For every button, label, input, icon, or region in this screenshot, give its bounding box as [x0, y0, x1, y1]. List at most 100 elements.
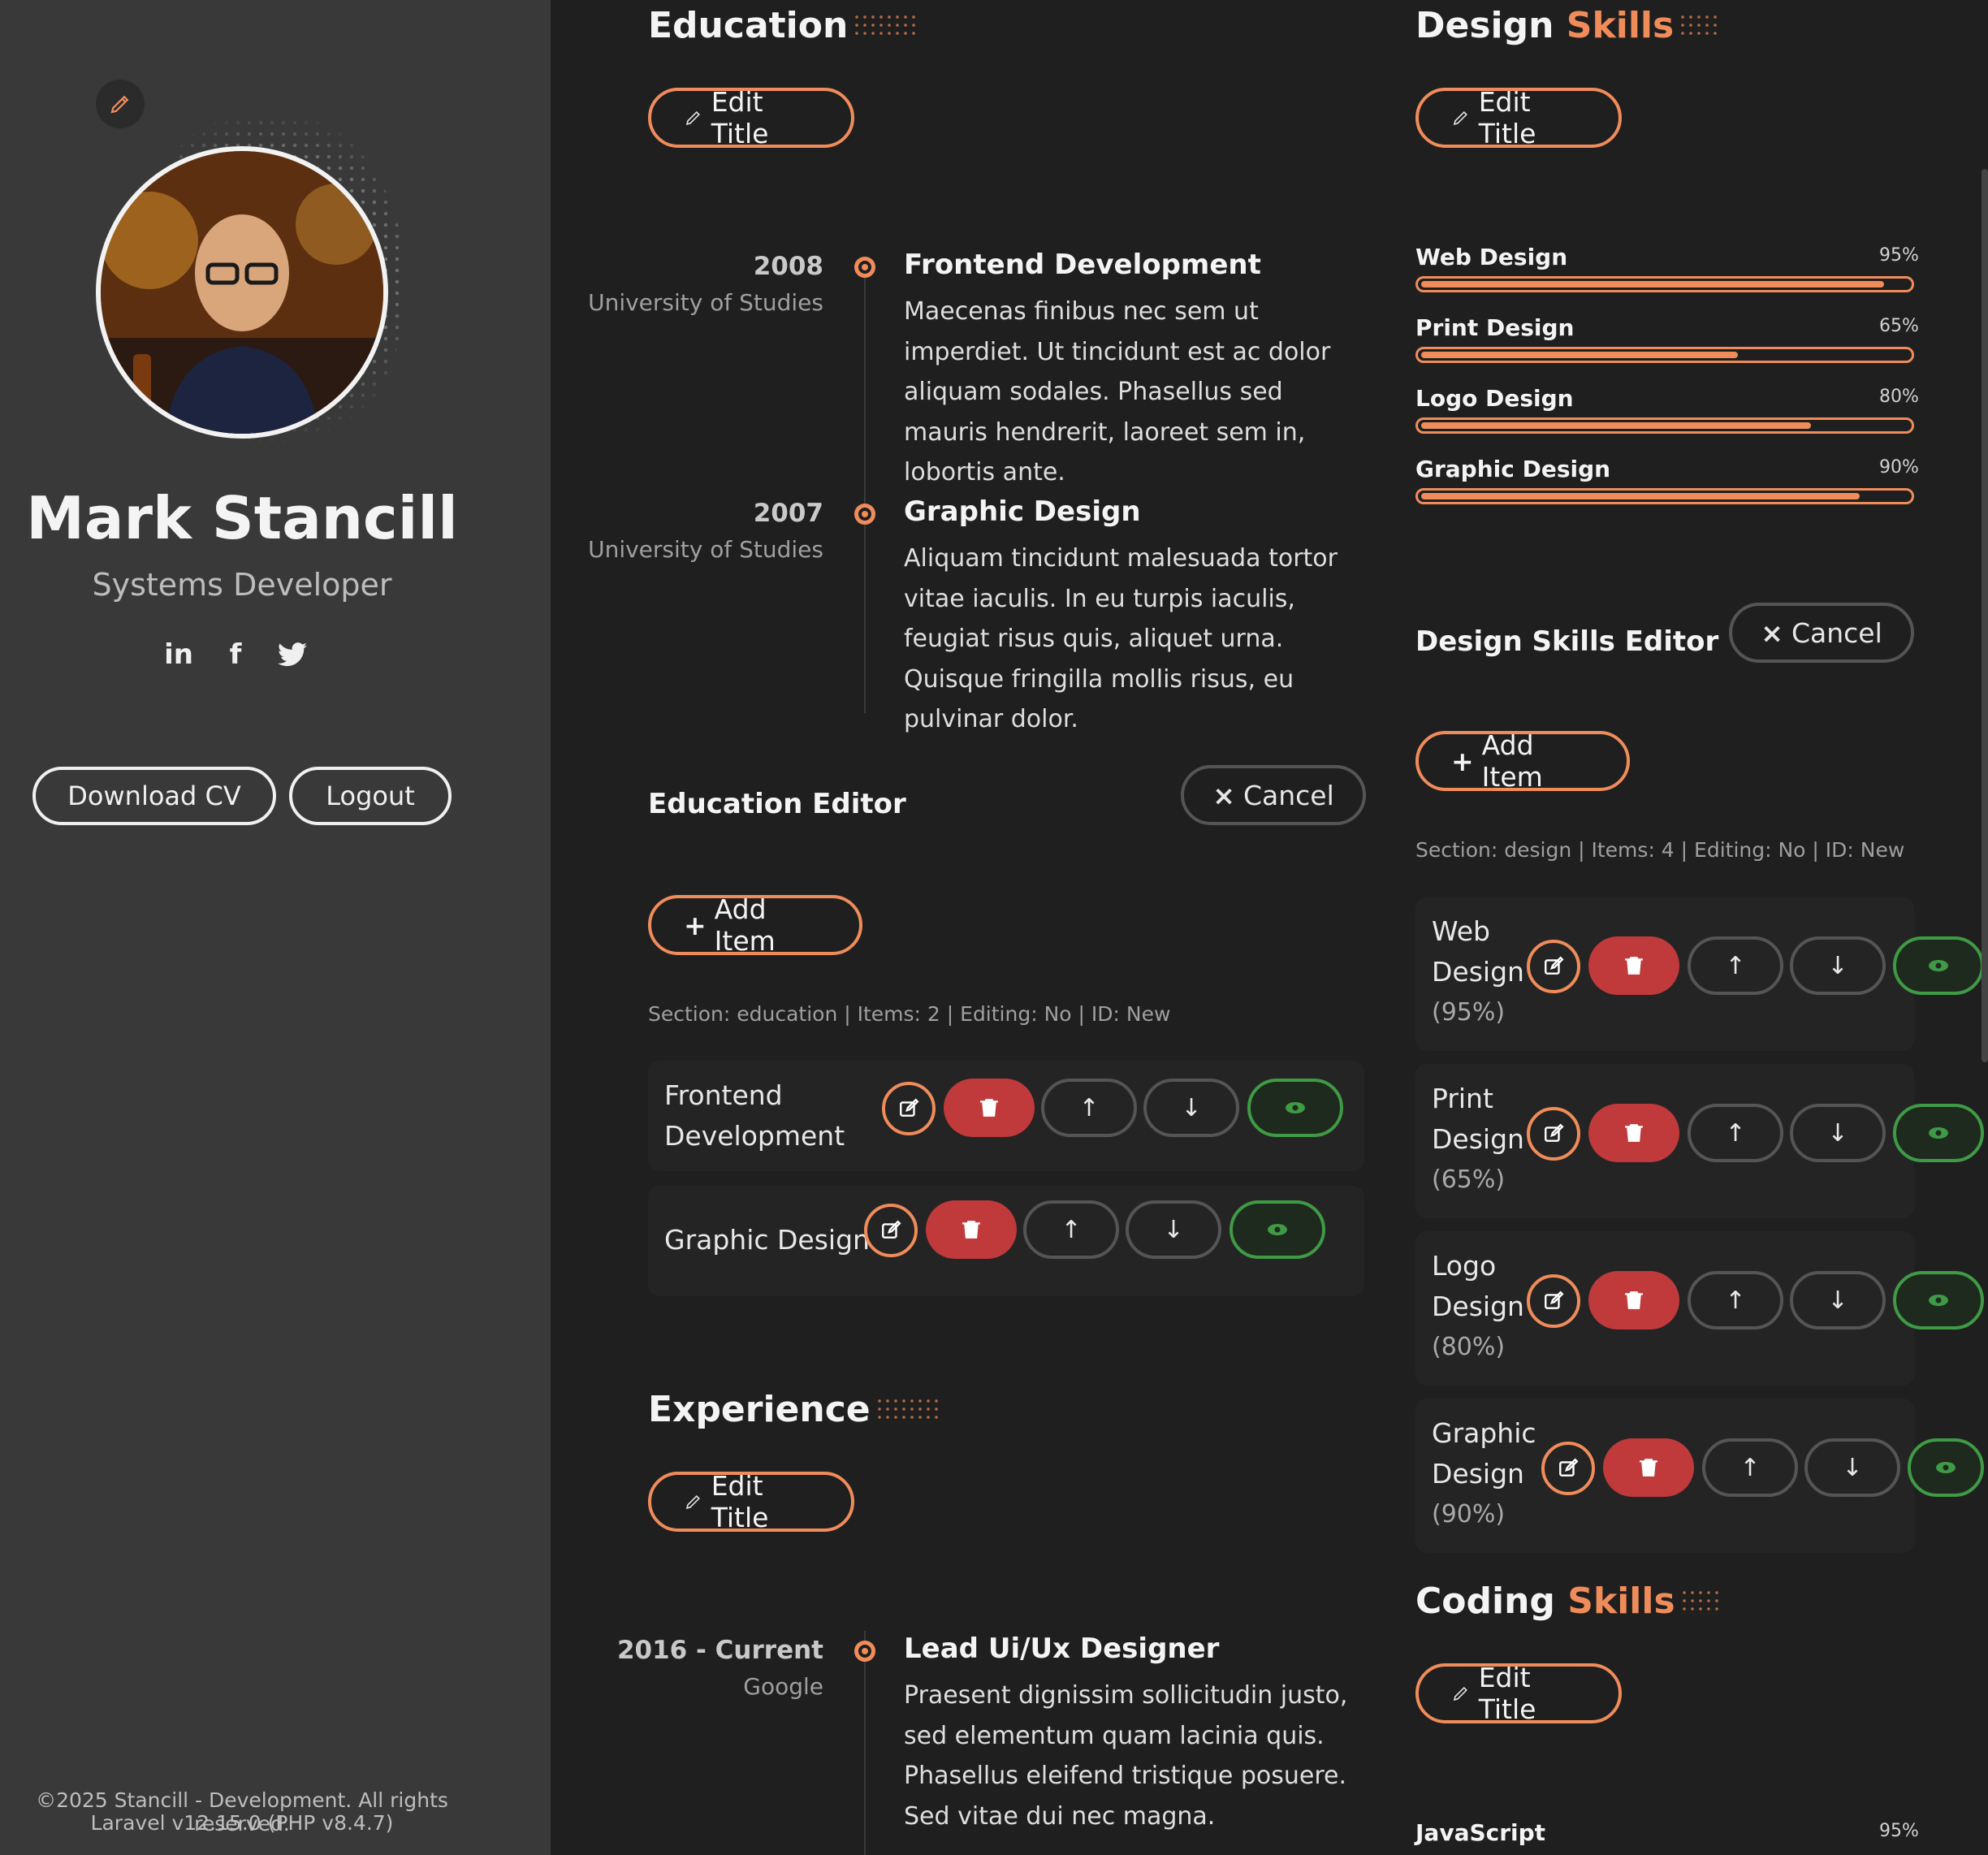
list-item-label-line: Design — [1432, 1291, 1524, 1322]
arrow-down-icon: ↓ — [1842, 1453, 1863, 1482]
coding-skills-title: Coding Skills — [1415, 1580, 1721, 1622]
arrow-up-icon: ↑ — [1740, 1453, 1761, 1482]
list-item-label-line: Logo — [1432, 1250, 1497, 1282]
plus-icon: + — [684, 909, 707, 941]
list-item-label-line: Design — [1432, 1458, 1524, 1490]
edit-avatar-button[interactable] — [96, 80, 145, 128]
skill-percent: 65% — [1879, 316, 1919, 336]
logout-label: Logout — [326, 780, 415, 811]
skill-name: Print Design — [1415, 314, 1575, 341]
close-icon: × — [1212, 779, 1235, 811]
timeline-year: 2007 — [753, 499, 823, 528]
arrow-up-icon: ↑ — [1725, 1286, 1746, 1315]
move-down-button[interactable]: ↓ — [1804, 1438, 1900, 1497]
list-item: Logo Design (80%) ↑ ↓ — [1415, 1231, 1984, 1386]
skill-name: Web Design — [1415, 244, 1568, 270]
delete-item-button[interactable] — [1603, 1438, 1694, 1497]
eye-icon — [1936, 1462, 1956, 1473]
edit-item-button[interactable] — [882, 1082, 936, 1135]
toggle-visibility-button[interactable] — [1247, 1079, 1343, 1137]
timeline-description: Aliquam tincidunt malesuada tortor vitae… — [904, 544, 1338, 733]
list-item-label-line: Print — [1432, 1083, 1493, 1114]
edit-item-button[interactable] — [1527, 1107, 1580, 1161]
timeline-description: Praesent dignissim sollicitudin justo, s… — [904, 1681, 1348, 1831]
logout-button[interactable]: Logout — [289, 767, 452, 825]
move-up-button[interactable]: ↑ — [1023, 1200, 1119, 1259]
skill-name: JavaScript — [1415, 1819, 1546, 1846]
list-item-label-line: Graphic — [1432, 1417, 1536, 1449]
skill-bar-fill — [1421, 422, 1811, 429]
delete-item-button[interactable] — [926, 1200, 1017, 1259]
twitter-icon[interactable] — [276, 638, 309, 671]
timeline-place: University of Studies — [588, 289, 823, 316]
download-cv-button[interactable]: Download CV — [32, 767, 276, 825]
list-item-percent: (90%) — [1432, 1500, 1506, 1529]
skill-bar — [1415, 488, 1914, 504]
move-down-button[interactable]: ↓ — [1790, 1271, 1886, 1330]
skill-bar — [1415, 417, 1914, 434]
experience-edit-title-button[interactable]: Edit Title — [648, 1470, 854, 1533]
timeline-line — [864, 258, 866, 713]
move-up-button[interactable]: ↑ — [1702, 1438, 1798, 1497]
move-down-button[interactable]: ↓ — [1126, 1200, 1221, 1259]
move-down-button[interactable]: ↓ — [1790, 936, 1886, 995]
design-skills-editor-title: Design Skills Editor — [1415, 625, 1719, 658]
trash-icon — [1625, 957, 1643, 975]
toggle-visibility-button[interactable] — [1908, 1438, 1984, 1497]
delete-item-button[interactable] — [1588, 1271, 1679, 1330]
toggle-visibility-button[interactable] — [1893, 1271, 1984, 1330]
move-up-button[interactable]: ↑ — [1688, 1271, 1783, 1330]
move-down-button[interactable]: ↓ — [1790, 1104, 1886, 1162]
move-up-button[interactable]: ↑ — [1688, 1104, 1783, 1162]
edit-item-button[interactable] — [1541, 1442, 1595, 1495]
arrow-down-icon: ↓ — [1827, 951, 1848, 980]
title-dots-decoration — [1679, 1589, 1721, 1613]
design-skills-title-main: Design — [1415, 5, 1554, 46]
edit-item-button[interactable] — [1527, 940, 1580, 993]
experience-title: Experience — [648, 1389, 940, 1430]
facebook-icon[interactable]: f — [219, 638, 252, 671]
linkedin-icon[interactable]: in — [162, 638, 195, 671]
education-add-item-button[interactable]: + Add Item — [648, 893, 862, 957]
profile-role: Systems Developer — [92, 567, 392, 603]
skill-name: Graphic Design — [1415, 456, 1611, 482]
toggle-visibility-button[interactable] — [1230, 1200, 1325, 1259]
edit-item-button[interactable] — [1527, 1274, 1580, 1328]
list-item: Print Design (65%) ↑ ↓ — [1415, 1064, 1984, 1218]
coding-skills-edit-title-button[interactable]: Edit Title — [1415, 1662, 1622, 1725]
edit-title-label: Edit Title — [711, 86, 769, 149]
skill-percent: 80% — [1879, 387, 1919, 407]
education-edit-title-button[interactable]: Edit Title — [648, 86, 854, 149]
delete-item-button[interactable] — [1588, 936, 1679, 995]
skill-name: Logo Design — [1415, 385, 1574, 412]
timeline-dot — [854, 257, 875, 278]
design-skills-cancel-button[interactable]: × Cancel — [1729, 603, 1914, 663]
timeline-title: Lead Ui/Ux Designer — [904, 1632, 1220, 1665]
list-item: Graphic Design ↑ ↓ — [648, 1186, 1364, 1296]
toggle-visibility-button[interactable] — [1893, 1104, 1984, 1162]
pencil-icon — [1453, 1686, 1467, 1701]
avatar-illustration — [101, 151, 383, 434]
delete-item-button[interactable] — [1588, 1104, 1679, 1162]
list-item: Web Design (95%) ↑ ↓ — [1415, 897, 1984, 1051]
delete-item-button[interactable] — [944, 1079, 1035, 1137]
move-down-button[interactable]: ↓ — [1143, 1079, 1239, 1137]
design-skills-add-item-button[interactable]: + Add Item — [1415, 729, 1630, 793]
edit-item-button[interactable] — [864, 1204, 918, 1257]
move-up-button[interactable]: ↑ — [1041, 1079, 1137, 1137]
profile-name: Mark Stancill — [26, 484, 458, 552]
education-cancel-button[interactable]: × Cancel — [1181, 765, 1366, 825]
move-up-button[interactable]: ↑ — [1688, 936, 1783, 995]
add-item-label: Add Item — [714, 893, 776, 957]
design-skills-edit-title-button[interactable]: Edit Title — [1415, 86, 1622, 149]
download-cv-label: Download CV — [67, 780, 241, 811]
arrow-down-icon: ↓ — [1827, 1118, 1848, 1148]
education-editor-meta: Section: education | Items: 2 | Editing:… — [648, 1002, 1171, 1026]
education-title: Education — [648, 5, 918, 46]
title-dots-decoration — [875, 1397, 940, 1421]
scrollbar[interactable] — [1982, 169, 1988, 1062]
title-dots-decoration — [1679, 13, 1720, 37]
edit-icon — [1559, 1458, 1579, 1477]
toggle-visibility-button[interactable] — [1893, 936, 1984, 995]
list-item-label: Frontend Development — [664, 1079, 845, 1152]
